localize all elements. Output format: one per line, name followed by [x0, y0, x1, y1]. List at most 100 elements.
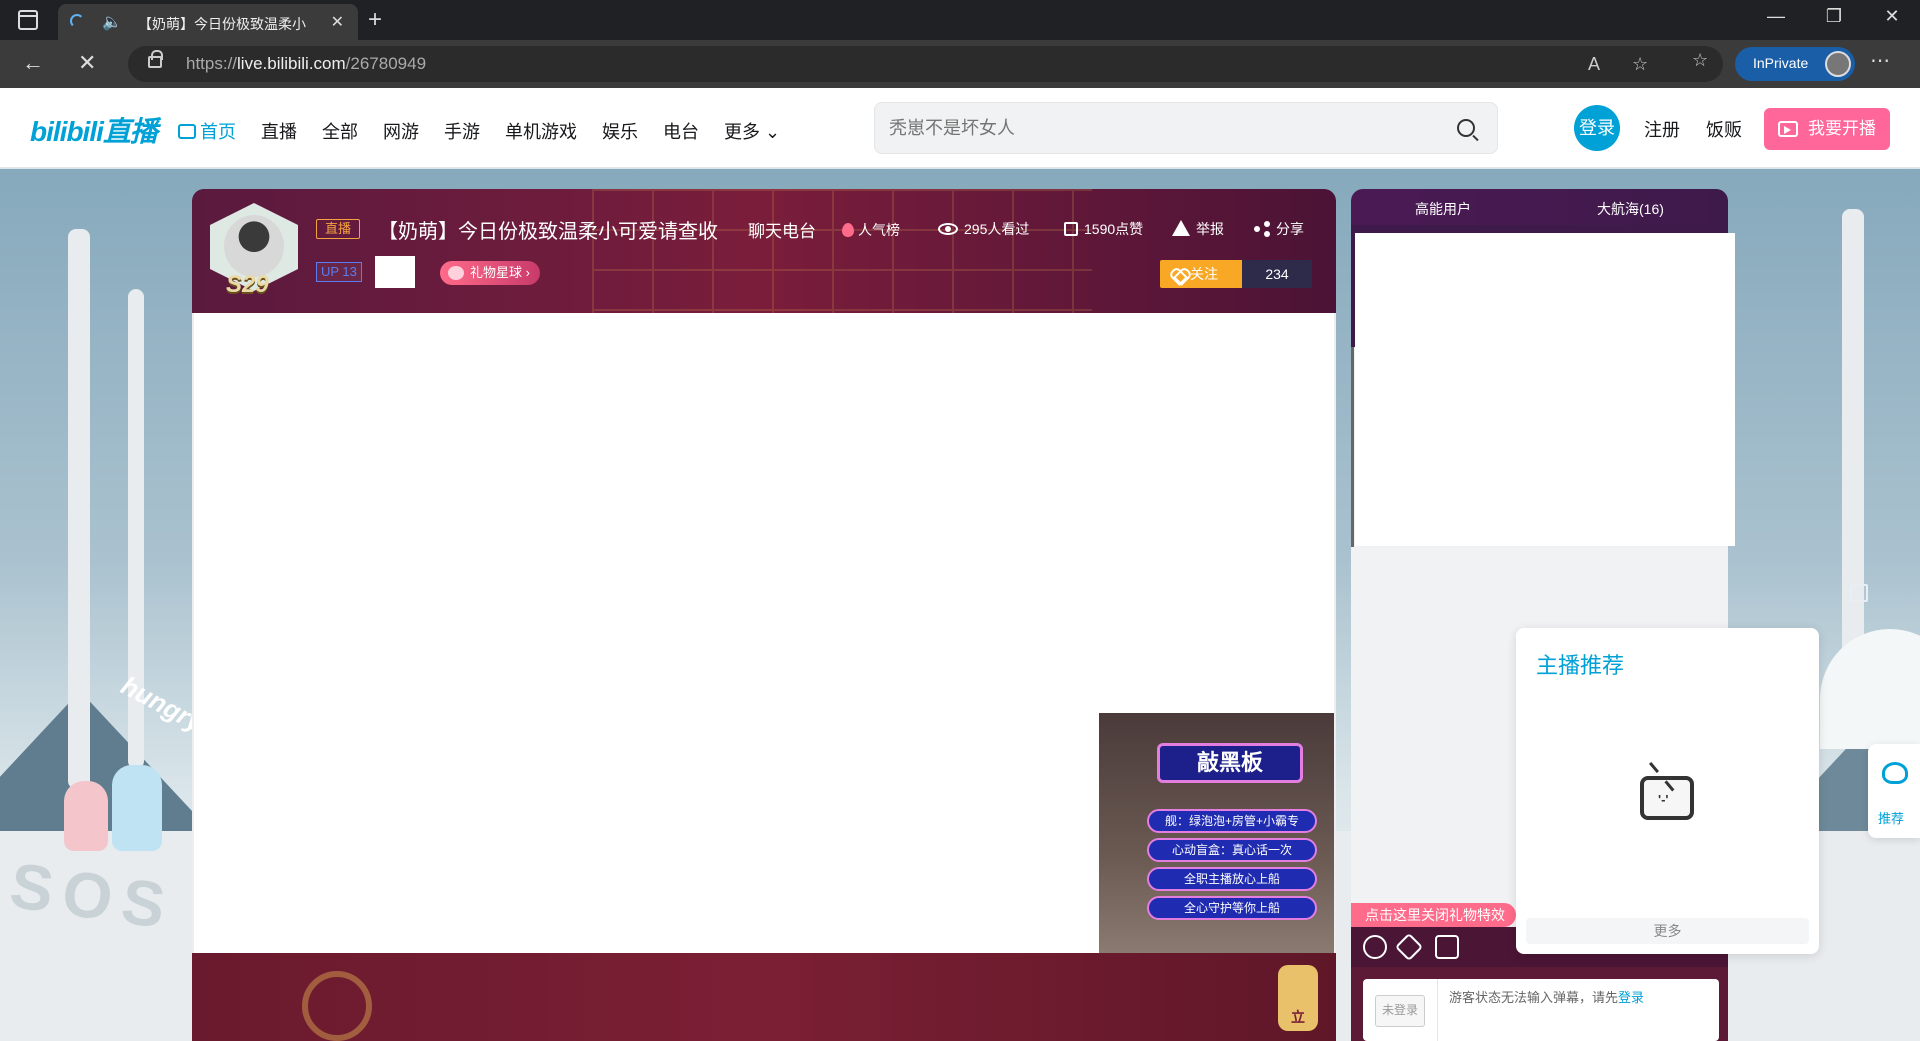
recommend-side-label: 推荐 [1878, 811, 1905, 826]
palette-icon[interactable] [1363, 935, 1387, 959]
address-bar: ← ✕ https://live.bilibili.com/26780949 A… [0, 40, 1920, 88]
lock-icon[interactable] [148, 50, 163, 68]
fanfan-link[interactable]: 饭贩 [1706, 116, 1742, 142]
flame-icon [842, 223, 854, 237]
tab-title: 【奶萌】今日份极致温柔小 [138, 16, 306, 32]
board-row: 心动盲盒：真心话一次 [1147, 838, 1317, 862]
effects-icon[interactable] [1394, 932, 1424, 962]
fan-medal[interactable] [375, 256, 415, 288]
video-overlay-image: 敲黑板 舰：绿泡泡+房管+小霸专 心动盲盒：真心话一次 全职主播放心上船 全心守… [1099, 713, 1334, 953]
register-link[interactable]: 注册 [1644, 116, 1680, 142]
report-button[interactable]: 举报 [1172, 219, 1224, 239]
restore-icon[interactable]: ❐ [1814, 6, 1854, 27]
medal-decoration [302, 971, 372, 1041]
favorites-icon[interactable]: ☆ [1692, 50, 1708, 71]
search-icon[interactable] [1457, 119, 1475, 137]
birch-tree [68, 229, 90, 789]
tab-high-energy-users[interactable]: 高能用户 [1415, 199, 1471, 219]
lantern-badge[interactable]: 立 [1278, 965, 1318, 1031]
room-header: S29 直播 【奶萌】今日份极致温柔小可爱请查收 聊天电台 人气榜 295人看过… [192, 189, 1336, 313]
inprivate-button[interactable]: InPrivate [1735, 47, 1855, 81]
minimize-icon[interactable]: — [1756, 6, 1796, 27]
nav-home[interactable]: 首页 [178, 118, 236, 144]
expand-icon[interactable] [1850, 584, 1868, 602]
more-button[interactable]: 更多 [1526, 918, 1809, 944]
read-aloud-icon[interactable]: A [1588, 54, 1600, 75]
back-icon[interactable]: ← [22, 50, 44, 76]
loading-spinner-icon [70, 14, 84, 28]
tab-actions-icon[interactable] [18, 10, 38, 30]
avatar-image [224, 215, 284, 277]
up-level-badge: UP 13 [316, 262, 362, 282]
gift-effect-toggle[interactable]: 点击这里关闭礼物特效 [1351, 903, 1516, 927]
nav-online-games[interactable]: 网游 [383, 118, 419, 144]
thumb-up-icon [1064, 222, 1078, 236]
nav-single-games[interactable]: 单机游戏 [505, 118, 577, 144]
home-icon [178, 124, 196, 139]
url-field[interactable]: https://live.bilibili.com/26780949 A ☆ [128, 46, 1723, 82]
unlogged-badge: 未登录 [1375, 995, 1425, 1027]
browser-tab[interactable]: 🔈 【奶萌】今日份极致温柔小 ✕ [58, 4, 358, 40]
area-link[interactable]: 聊天电台 [748, 217, 816, 242]
url-text[interactable]: https://live.bilibili.com/26780949 [186, 54, 426, 74]
board-row: 舰：绿泡泡+房管+小霸专 [1147, 809, 1317, 833]
gift-planet-button[interactable]: 礼物星球 › [440, 261, 540, 285]
chat-hint: 游客状态无法输入弹幕，请先登录 [1449, 990, 1645, 1005]
search-box [874, 102, 1498, 154]
heart-icon [1172, 268, 1186, 280]
nav-entertainment[interactable]: 娱乐 [602, 118, 638, 144]
close-window-icon[interactable]: ✕ [1872, 6, 1912, 27]
recommend-popup: 主播推荐 '-' 更多 [1516, 628, 1819, 954]
login-button[interactable]: 登录 [1574, 105, 1620, 151]
recommend-title: 主播推荐 [1536, 653, 1625, 678]
notice-board: 敲黑板 舰：绿泡泡+房管+小霸专 心动盲盒：真心话一次 全职主播放心上船 全心守… [1147, 733, 1317, 923]
nav-more[interactable]: 更多 ⌄ [724, 118, 780, 144]
warning-icon [1172, 220, 1190, 236]
add-favorite-icon[interactable]: ☆ [1632, 54, 1648, 75]
tv-face: '-' [1658, 792, 1669, 807]
chevron-down-icon: ⌄ [765, 122, 781, 142]
close-tab-icon[interactable]: ✕ [331, 12, 344, 32]
share-button[interactable]: 分享 [1254, 219, 1304, 239]
main-nav: 首页 直播 全部 网游 手游 单机游戏 娱乐 电台 更多 ⌄ [178, 118, 780, 144]
video-area[interactable]: 敲黑板 舰：绿泡泡+房管+小霸专 心动盲盒：真心话一次 全职主播放心上船 全心守… [192, 313, 1336, 953]
go-live-button[interactable]: 我要开播 [1764, 108, 1890, 150]
chat-login-link[interactable]: 登录 [1618, 990, 1644, 1005]
browser-menu-icon[interactable]: ⋯ [1870, 48, 1890, 73]
stop-loading-icon[interactable]: ✕ [78, 50, 96, 76]
follow-button[interactable]: 关注 [1160, 260, 1242, 288]
search-input[interactable] [889, 115, 1429, 141]
new-tab-icon[interactable]: + [368, 6, 382, 34]
streamer-avatar[interactable]: S29 [206, 203, 302, 299]
bilibili-live-logo[interactable]: bilibili直播 [30, 110, 158, 150]
popularity-rank[interactable]: 人气榜 [842, 220, 900, 240]
nav-radio[interactable]: 电台 [663, 118, 699, 144]
browser-tab-bar: 🔈 【奶萌】今日份极致温柔小 ✕ + — ❐ ✕ [0, 0, 1920, 40]
recommend-side-button[interactable]: 推荐 [1868, 744, 1920, 838]
board-row: 全职主播放心上船 [1147, 867, 1317, 891]
live-player: S29 直播 【奶萌】今日份极致温柔小可爱请查收 聊天电台 人气榜 295人看过… [192, 189, 1336, 1041]
like-count[interactable]: 1590点赞 [1064, 219, 1143, 239]
speaker-icon[interactable]: 🔈 [102, 12, 122, 32]
tab-guard[interactable]: 大航海(16) [1597, 199, 1664, 219]
live-status-badge: 直播 [316, 219, 361, 239]
danmaku-icon[interactable] [1435, 935, 1459, 959]
board-title: 敲黑板 [1157, 743, 1303, 783]
player-bottom-bar: 立 [192, 953, 1336, 1041]
site-header: bilibili直播 首页 直播 全部 网游 手游 单机游戏 娱乐 电台 更多 … [0, 88, 1920, 168]
rank-list [1355, 233, 1735, 546]
character-boy [112, 765, 162, 851]
heart-icon [1882, 762, 1908, 784]
follower-count: 234 [1242, 260, 1312, 288]
profile-avatar [1825, 51, 1851, 77]
nav-live[interactable]: 直播 [261, 118, 297, 144]
nav-all[interactable]: 全部 [322, 118, 358, 144]
bilibili-tv-icon: '-' [1640, 776, 1694, 820]
camera-icon [1778, 121, 1798, 137]
planet-icon [448, 266, 464, 280]
board-row: 全心守护等你上船 [1147, 896, 1317, 920]
season-badge: S29 [226, 271, 269, 298]
eye-icon [938, 223, 958, 235]
nav-mobile-games[interactable]: 手游 [444, 118, 480, 144]
chat-box: 未登录 游客状态无法输入弹幕，请先登录 [1363, 979, 1719, 1041]
